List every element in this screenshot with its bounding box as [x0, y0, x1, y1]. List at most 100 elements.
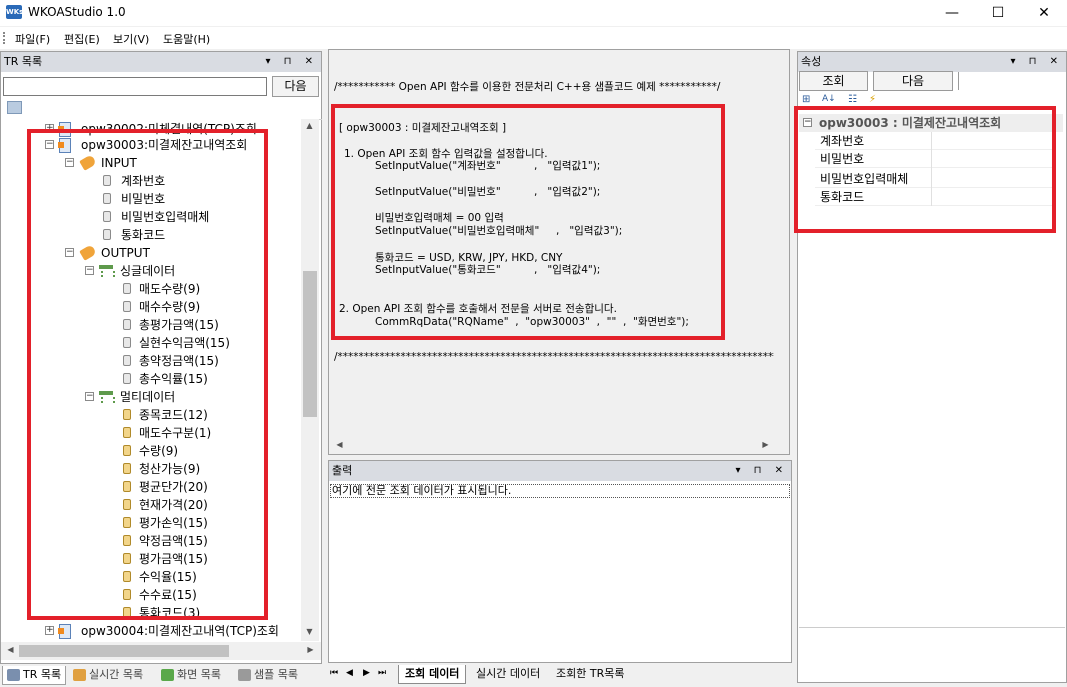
tree-node-single[interactable]: − 싱글데이터	[1, 262, 301, 280]
menu-file[interactable]: 파일(F)	[15, 31, 50, 47]
tr-search-input[interactable]	[3, 77, 267, 96]
property-description	[799, 627, 1065, 681]
panel-controls-icon[interactable]: ▾ ⊓ ✕	[265, 52, 318, 72]
property-pages-icon[interactable]: ☷	[848, 94, 857, 105]
tree-node-output[interactable]: − OUTPUT	[1, 244, 301, 262]
tree-node-input[interactable]: − INPUT	[1, 154, 301, 172]
panel-controls-icon[interactable]: ▾ ⊓ ✕	[735, 461, 788, 481]
tree-item-single-field[interactable]: 총평가금액(15)	[1, 316, 301, 334]
minimize-button[interactable]: —	[929, 0, 975, 26]
next-page-icon[interactable]: ▶	[363, 668, 370, 678]
expand-icon[interactable]: +	[45, 124, 54, 133]
alphabetical-icon[interactable]: A↓	[822, 94, 836, 104]
sample-code-view[interactable]: /*********** Open API 함수를 이용한 전문처리 C++용 …	[328, 49, 790, 455]
menu-grip	[3, 32, 5, 44]
tree-node-label: 싱글데이터	[120, 264, 176, 278]
tree-item-multi-field[interactable]: 평균단가(20)	[1, 478, 301, 496]
tree-item-single-field[interactable]: 실현수익금액(15)	[1, 334, 301, 352]
tree-scrollbar[interactable]: ▲ ▼	[301, 119, 319, 641]
field-icon	[123, 481, 131, 492]
tab-tr-list[interactable]: TR 목록	[2, 666, 66, 685]
property-group-row[interactable]: − opw30003 : 미결제잔고내역조회	[799, 114, 1063, 132]
maximize-button[interactable]: ☐	[975, 0, 1021, 26]
collapse-icon[interactable]: −	[803, 118, 812, 127]
query-button[interactable]: 조회	[799, 71, 868, 91]
collapse-icon[interactable]: −	[85, 392, 94, 401]
tree-item-multi-field[interactable]: 수수료(15)	[1, 586, 301, 604]
property-combo[interactable]	[958, 72, 976, 90]
tree-item-input-field[interactable]: 비밀번호입력매체	[1, 208, 301, 226]
tree-item-multi-field[interactable]: 수량(9)	[1, 442, 301, 460]
scrollbar-thumb[interactable]	[303, 271, 317, 417]
field-label: 실현수익금액(15)	[139, 336, 230, 350]
panel-controls-icon[interactable]: ▾ ⊓ ✕	[1010, 52, 1063, 72]
tree-item-single-field[interactable]: 총수익률(15)	[1, 370, 301, 388]
tree-item-single-field[interactable]: 매수수량(9)	[1, 298, 301, 316]
code-comm-rq-data: CommRqData("RQName" , "opw30003" , "" , …	[375, 316, 689, 328]
tree-item-input-field[interactable]: 통화코드	[1, 226, 301, 244]
tree-item-input-field[interactable]: 비밀번호	[1, 190, 301, 208]
tree-item-input-field[interactable]: 계좌번호	[1, 172, 301, 190]
field-label: 약정금액(15)	[139, 534, 208, 548]
field-label: 총수익률(15)	[139, 372, 208, 386]
tab-realtime-list[interactable]: 실시간 목록	[69, 666, 155, 685]
tree-item-multi-field[interactable]: 수익율(15)	[1, 568, 301, 586]
tree-item-multi-field[interactable]: 현재가격(20)	[1, 496, 301, 514]
property-row[interactable]: 비밀번호입력매체	[815, 170, 1053, 188]
property-row[interactable]: 계좌번호	[815, 132, 1053, 150]
menu-view[interactable]: 보기(V)	[113, 31, 149, 47]
tab-sample-list[interactable]: 샘플 목록	[234, 666, 308, 685]
tree-hscrollbar[interactable]: ◀ ▶	[1, 642, 321, 660]
tree-item-opw30003[interactable]: − opw30003:미결제잔고내역조회	[1, 136, 301, 154]
field-icon	[123, 427, 131, 438]
tree-item-multi-field[interactable]: 약정금액(15)	[1, 532, 301, 550]
property-row[interactable]: 통화코드	[815, 188, 1053, 206]
tree-item-single-field[interactable]: 총약정금액(15)	[1, 352, 301, 370]
categorized-icon[interactable]: ⊞	[802, 94, 810, 105]
property-row[interactable]: 비밀번호	[815, 150, 1053, 168]
code-hscrollbar[interactable]: ◀ ▶	[330, 437, 774, 454]
scroll-left-icon[interactable]: ◀	[3, 645, 18, 654]
scroll-down-icon[interactable]: ▼	[302, 627, 317, 636]
tree-item-multi-field[interactable]: 평가금액(15)	[1, 550, 301, 568]
field-icon	[123, 463, 131, 474]
tree-toolbar-icon[interactable]	[7, 101, 22, 114]
scroll-right-icon[interactable]: ▶	[758, 440, 773, 449]
tab-screen-list[interactable]: 화면 목록	[157, 666, 231, 685]
sample-list-icon	[238, 669, 251, 681]
prev-page-icon[interactable]: ◀	[346, 668, 353, 678]
scroll-right-icon[interactable]: ▶	[303, 645, 318, 654]
last-page-icon[interactable]: ⏭	[378, 668, 386, 678]
tree-item-multi-field[interactable]: 평가손익(15)	[1, 514, 301, 532]
collapse-icon[interactable]: −	[85, 266, 94, 275]
app-title: WKOAStudio 1.0	[28, 5, 126, 19]
tree-item-multi-field[interactable]: 청산가능(9)	[1, 460, 301, 478]
tree-item-multi-field[interactable]: 매도수구분(1)	[1, 424, 301, 442]
tree-node-multi[interactable]: − 멀티데이터	[1, 388, 301, 406]
collapse-icon[interactable]: −	[65, 248, 74, 257]
next-button[interactable]: 다음	[873, 71, 953, 91]
menu-edit[interactable]: 편집(E)	[64, 31, 100, 47]
tab-queried-tr-list[interactable]: 조회한 TR목록	[550, 665, 630, 684]
tr-panel-tabs: TR 목록 실시간 목록 화면 목록 샘플 목록	[0, 664, 322, 687]
menu-help[interactable]: 도움말(H)	[163, 31, 210, 47]
close-button[interactable]: ✕	[1021, 0, 1067, 26]
first-page-icon[interactable]: ⏮	[330, 668, 338, 678]
field-label: 청산가능(9)	[139, 462, 201, 476]
tree-item-single-field[interactable]: 매도수량(9)	[1, 280, 301, 298]
tree-item-multi-field[interactable]: 종목코드(12)	[1, 406, 301, 424]
scrollbar-thumb[interactable]	[19, 645, 229, 657]
collapse-icon[interactable]: −	[65, 158, 74, 167]
tr-next-button[interactable]: 다음	[272, 76, 319, 97]
tree-item-opw30004[interactable]: + opw30004:미결제잔고내역(TCP)조회	[1, 622, 301, 640]
field-label: 통화코드	[121, 228, 166, 242]
property-column-divider	[931, 132, 932, 206]
scroll-up-icon[interactable]: ▲	[302, 121, 317, 130]
tab-query-data[interactable]: 조회 데이터	[398, 665, 467, 684]
collapse-icon[interactable]: −	[45, 140, 54, 149]
tree-item-multi-field[interactable]: 통화코드(3)	[1, 604, 301, 622]
tab-realtime-data[interactable]: 실시간 데이터	[470, 665, 546, 684]
expand-icon[interactable]: +	[45, 626, 54, 635]
scroll-left-icon[interactable]: ◀	[332, 440, 347, 449]
events-icon[interactable]: ⚡	[869, 94, 876, 105]
